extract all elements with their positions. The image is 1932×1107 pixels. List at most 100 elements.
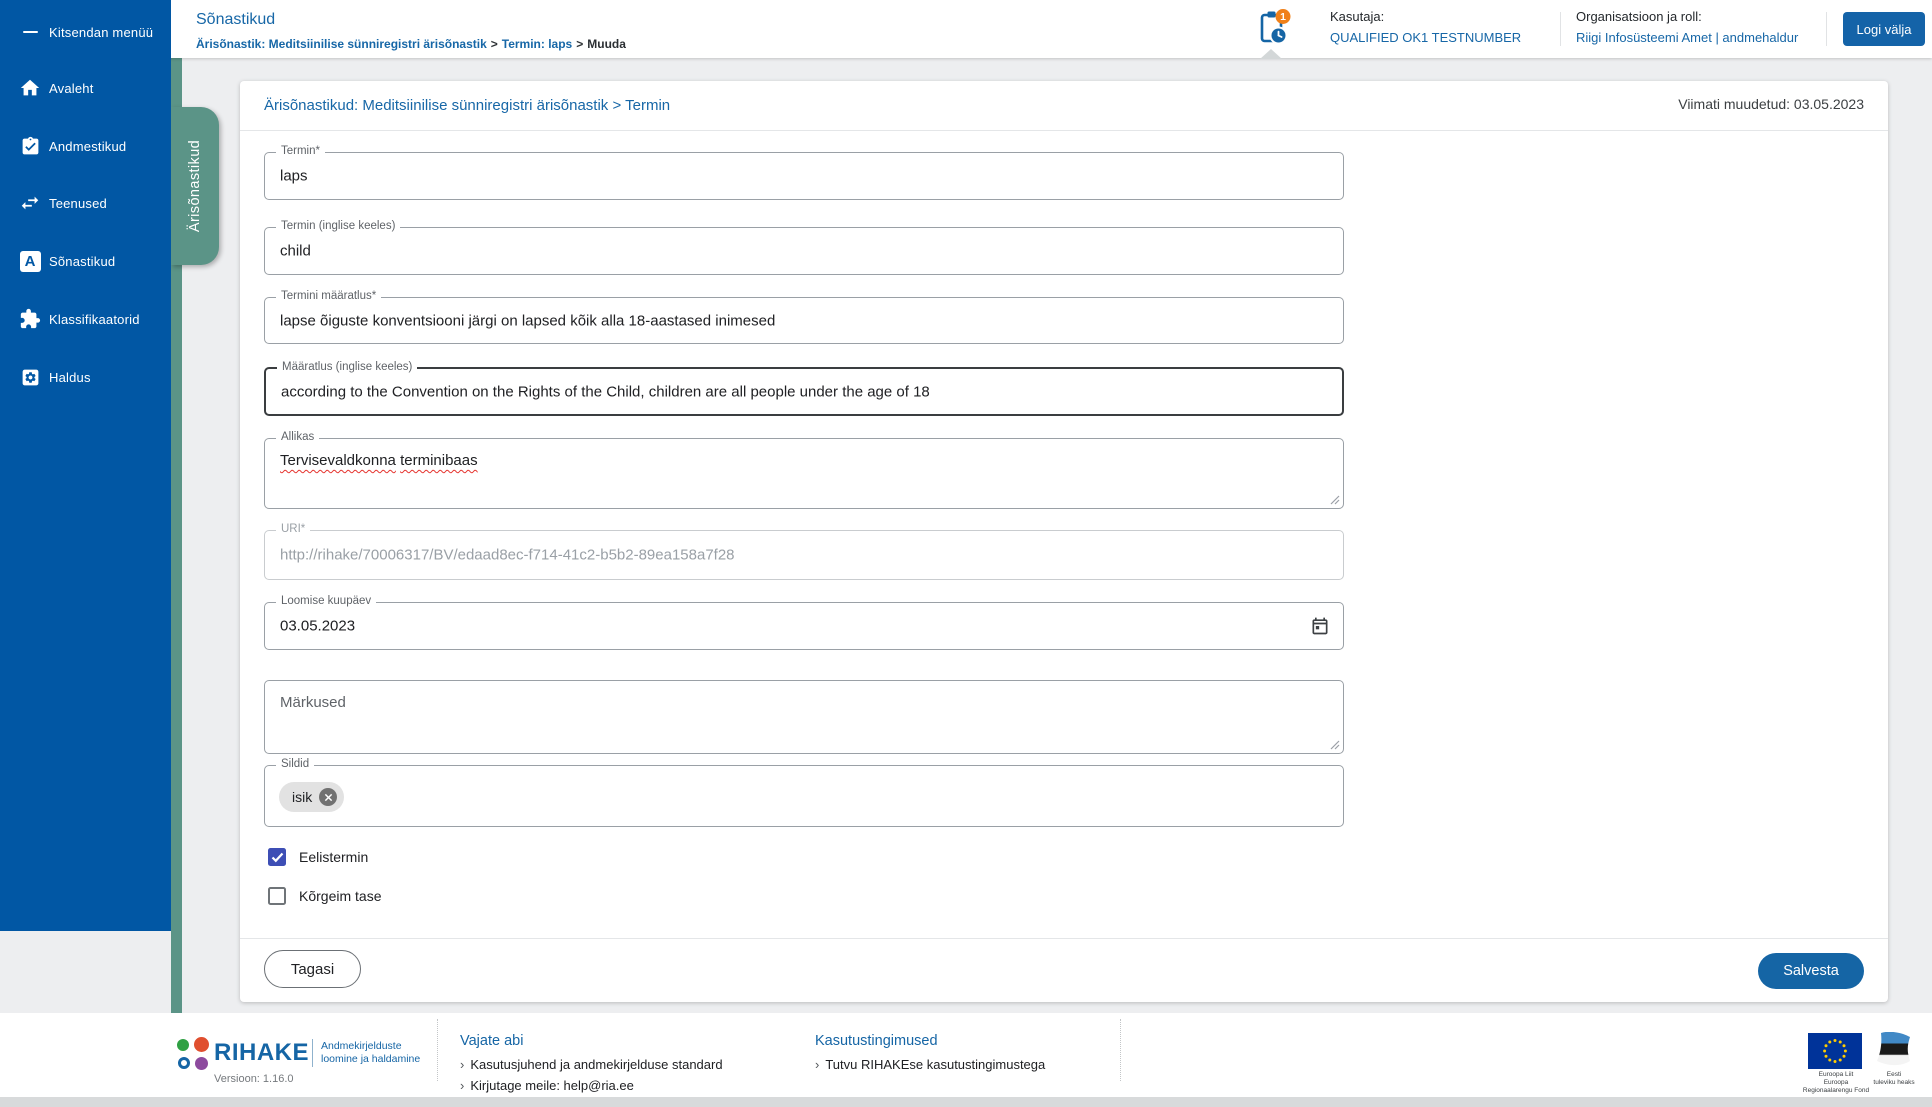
- termin-field[interactable]: Termin* laps: [264, 145, 1344, 200]
- back-button[interactable]: Tagasi: [264, 950, 361, 988]
- sidebar-item-classifiers[interactable]: Klassifikaatorid: [0, 297, 171, 341]
- org-value[interactable]: Riigi Infosüsteemi Amet | andmehaldur: [1576, 30, 1798, 45]
- sidebar-item-administration[interactable]: Haldus: [0, 355, 171, 399]
- version-text: Versioon: 1.16.0: [214, 1073, 294, 1085]
- gear-icon: [17, 364, 43, 390]
- header-divider: [1560, 12, 1561, 46]
- footer-terms-section: Kasutustingimused › Tutvu RIHAKEse kasutu…: [815, 1033, 1045, 1078]
- korgeim-tase-label: Kõrgeim tase: [299, 888, 382, 904]
- sidebar-item-collapse-menu[interactable]: Kitsendan menüü: [0, 10, 171, 54]
- header-divider: [1826, 12, 1827, 46]
- termin-en-label: Termin (inglise keeles): [276, 220, 401, 232]
- sildid-field[interactable]: Sildid isik: [264, 758, 1344, 827]
- breadcrumb-separator: >: [576, 37, 584, 51]
- rihake-logo-dots: [177, 1037, 209, 1071]
- eu-flag-caption: Euroopa Liit Euroopa Regionaalarengu Fon…: [1802, 1071, 1870, 1094]
- maaratlus-en-label: Määratlus (inglise keeles): [277, 361, 418, 373]
- eelistermin-checkbox-row[interactable]: Eelistermin: [268, 848, 368, 866]
- link-arrow-icon: ›: [460, 1057, 465, 1072]
- breadcrumb: Ärisõnastik: Meditsiinilise sünniregistr…: [196, 37, 626, 51]
- uri-label: URI*: [276, 523, 311, 535]
- footer-divider: [1120, 1019, 1121, 1081]
- calendar-icon[interactable]: [1310, 616, 1330, 636]
- uri-field: URI* http://rihake/70006317/BV/edaad8ec-…: [264, 523, 1344, 580]
- logout-button[interactable]: Logi välja: [1843, 12, 1925, 46]
- checkbox-checked-icon[interactable]: [268, 848, 286, 866]
- wordmark-divider: [312, 1039, 313, 1067]
- card-buttons-divider: [240, 938, 1888, 939]
- estonia-flag-caption: Eesti tuleviku heaks: [1873, 1071, 1915, 1086]
- maaratlus-field[interactable]: Termini määratlus* lapse õiguste konvent…: [264, 290, 1344, 344]
- app-root: Sõnastikud Ärisõnastik: Meditsiinilise s…: [0, 0, 1932, 1107]
- resize-handle-icon[interactable]: [1330, 740, 1340, 750]
- link-arrow-icon: ›: [460, 1078, 465, 1093]
- allikas-field[interactable]: Allikas Tervisevaldkonna terminibaas: [264, 431, 1344, 509]
- eu-flag-icon: [1808, 1033, 1862, 1074]
- user-label: Kasutaja:: [1330, 9, 1385, 24]
- help-link-manual[interactable]: › Kasutusjuhend ja andmekirjelduse standa…: [460, 1057, 723, 1072]
- user-block: Kasutaja: QUALIFIED OK1 TESTNUMBER: [1330, 9, 1521, 45]
- help-heading: Vajate abi: [460, 1033, 524, 1049]
- breadcrumb-separator: >: [490, 37, 498, 51]
- top-header: Sõnastikud Ärisõnastik: Meditsiinilise s…: [0, 0, 1932, 59]
- markused-placeholder: Märkused: [280, 694, 346, 711]
- puzzle-icon: [17, 306, 43, 332]
- tab-arisonastikud[interactable]: Ärisõnastikud: [171, 107, 219, 265]
- creation-date-value: 03.05.2023: [280, 617, 356, 635]
- org-label: Organisatsioon ja roll:: [1576, 9, 1702, 24]
- tooltip-arrow: [1260, 49, 1282, 59]
- termin-label: Termin*: [276, 145, 325, 157]
- estonia-flag-icon: [1872, 1032, 1912, 1074]
- maaratlus-label: Termini määratlus*: [276, 290, 382, 302]
- page-title: Sõnastikud: [196, 11, 276, 28]
- korgeim-tase-checkbox-row[interactable]: Kõrgeim tase: [268, 887, 381, 905]
- rihake-tagline: Andmekirjelduste loomine ja haldamine: [321, 1040, 421, 1065]
- markused-field[interactable]: Märkused: [264, 680, 1344, 754]
- tag-chip-label: isik: [292, 789, 313, 805]
- chip-remove-icon[interactable]: [319, 788, 338, 806]
- sidebar-item-dictionaries[interactable]: A Sõnastikud: [0, 239, 171, 283]
- swap-arrows-icon: [17, 190, 43, 216]
- tag-chip: isik: [279, 782, 345, 812]
- termin-en-field[interactable]: Termin (inglise keeles) child: [264, 220, 1344, 275]
- checkbox-unchecked-icon[interactable]: [268, 887, 286, 905]
- allikas-value: Tervisevaldkonna terminibaas: [280, 452, 478, 469]
- breadcrumb-current: Muuda: [587, 37, 626, 51]
- maaratlus-value: lapse õiguste konventsiooni järgi on lap…: [280, 312, 776, 329]
- sildid-label: Sildid: [276, 758, 315, 770]
- svg-text:1: 1: [1280, 11, 1286, 23]
- rihake-wordmark: RIHAKE: [214, 1039, 310, 1066]
- user-name[interactable]: QUALIFIED OK1 TESTNUMBER: [1330, 30, 1521, 45]
- term-edit-card: Ärisõnastikud: Meditsiinilise sünniregis…: [240, 81, 1888, 1002]
- tab-arisonastikud-label: Ärisõnastikud: [187, 139, 203, 233]
- uri-value: http://rihake/70006317/BV/edaad8ec-f714-…: [280, 546, 735, 564]
- collapse-menu-icon: [17, 19, 43, 45]
- save-button[interactable]: Salvesta: [1758, 953, 1864, 989]
- notification-clipboard-clock-icon[interactable]: 1: [1254, 8, 1294, 50]
- card-header-divider: [240, 130, 1888, 131]
- bottom-gray-bar: [0, 1097, 1932, 1107]
- maaratlus-en-field[interactable]: Määratlus (inglise keeles) according to …: [264, 361, 1344, 416]
- allikas-label: Allikas: [276, 431, 320, 443]
- sidebar: Kitsendan menüü Avaleht Andmestikud Teen…: [0, 0, 171, 931]
- termin-value: laps: [280, 167, 308, 185]
- eelistermin-label: Eelistermin: [299, 849, 369, 865]
- breadcrumb-link-term[interactable]: Termin: laps: [502, 37, 572, 51]
- footer-divider: [437, 1019, 438, 1081]
- resize-handle-icon[interactable]: [1330, 495, 1340, 505]
- home-icon: [17, 75, 43, 101]
- footer-help-section: Vajate abi › Kasutusjuhend ja andmekirjel…: [460, 1033, 723, 1099]
- sidebar-item-services[interactable]: Teenused: [0, 181, 171, 225]
- creation-date-label: Loomise kuupäev: [276, 595, 377, 607]
- termin-en-value: child: [280, 242, 311, 260]
- footer: RIHAKE Andmekirjelduste loomine ja halda…: [0, 1013, 1932, 1097]
- sidebar-item-datasets[interactable]: Andmestikud: [0, 124, 171, 168]
- breadcrumb-link-dictionary[interactable]: Ärisõnastik: Meditsiinilise sünniregistr…: [196, 37, 487, 51]
- creation-date-field[interactable]: Loomise kuupäev 03.05.2023: [264, 595, 1344, 650]
- last-modified: Viimati muudetud: 03.05.2023: [1678, 96, 1864, 112]
- help-link-email[interactable]: › Kirjutage meile: help@ria.ee: [460, 1078, 723, 1093]
- terms-link[interactable]: › Tutvu RIHAKEse kasutustingimustega: [815, 1057, 1045, 1072]
- sidebar-item-home[interactable]: Avaleht: [0, 66, 171, 110]
- card-heading: Ärisõnastikud: Meditsiinilise sünniregis…: [264, 97, 671, 114]
- terms-heading: Kasutustingimused: [815, 1033, 938, 1049]
